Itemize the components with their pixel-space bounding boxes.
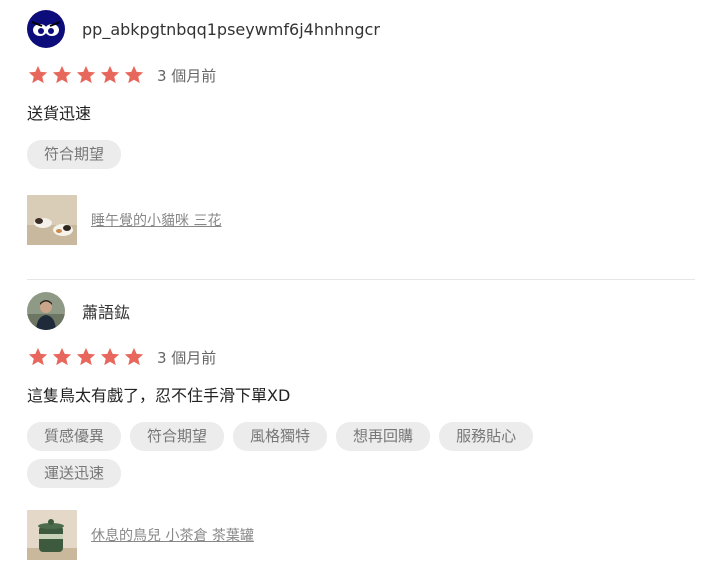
star-icon: [99, 346, 121, 368]
review-time: 3 個月前: [157, 348, 217, 367]
review-tag: 符合期望: [130, 422, 225, 451]
product-row: 休息的鳥兒 小茶倉 茶葉罐: [27, 510, 695, 560]
star-icon: [27, 346, 49, 368]
review-card: pp_abkpgtnbqq1pseywmf6j4hnhngcr 3 個月前 送貨…: [27, 10, 695, 245]
star-icon: [123, 64, 145, 86]
review-tags: 質感優異 符合期望 風格獨特 想再回購 服務貼心 運送迅速: [27, 422, 627, 488]
reviewer-name: 蕭語鈜: [82, 303, 131, 322]
review-tag: 運送迅速: [27, 459, 122, 488]
star-icon: [75, 64, 97, 86]
star-icon: [27, 64, 49, 86]
reviewer-name: pp_abkpgtnbqq1pseywmf6j4hnhngcr: [82, 19, 380, 39]
divider: [27, 279, 695, 280]
review-tag: 風格獨特: [233, 422, 328, 451]
rating-row: 3 個月前: [27, 64, 695, 86]
star-icon: [75, 346, 97, 368]
reviewer-row: 蕭語鈜: [27, 292, 695, 330]
star-icon: [99, 64, 121, 86]
star-rating: [27, 346, 145, 368]
product-thumbnail[interactable]: [27, 195, 77, 245]
review-time: 3 個月前: [157, 66, 217, 85]
reviewer-row: pp_abkpgtnbqq1pseywmf6j4hnhngcr: [27, 10, 695, 48]
review-tag: 想再回購: [336, 422, 431, 451]
avatar[interactable]: [27, 292, 65, 330]
rating-row: 3 個月前: [27, 346, 695, 368]
star-rating: [27, 64, 145, 86]
product-thumbnail[interactable]: [27, 510, 77, 560]
review-content: 送貨迅速: [27, 104, 92, 123]
product-link[interactable]: 睡午覺的小貓咪 三花: [91, 210, 221, 230]
review-tag: 符合期望: [27, 140, 122, 169]
product-link[interactable]: 休息的鳥兒 小茶倉 茶葉罐: [91, 525, 254, 545]
review-card: 蕭語鈜 3 個月前 這隻鳥太有戲了，忍不住手滑下單XD 質感優異 符合期望 風格…: [27, 292, 695, 560]
star-icon: [51, 64, 73, 86]
review-tag: 服務貼心: [439, 422, 534, 451]
star-icon: [123, 346, 145, 368]
review-tags: 符合期望: [27, 140, 627, 169]
review-tag: 質感優異: [27, 422, 122, 451]
product-row: 睡午覺的小貓咪 三花: [27, 195, 695, 245]
avatar[interactable]: [27, 10, 65, 48]
review-content: 這隻鳥太有戲了，忍不住手滑下單XD: [27, 386, 291, 405]
star-icon: [51, 346, 73, 368]
